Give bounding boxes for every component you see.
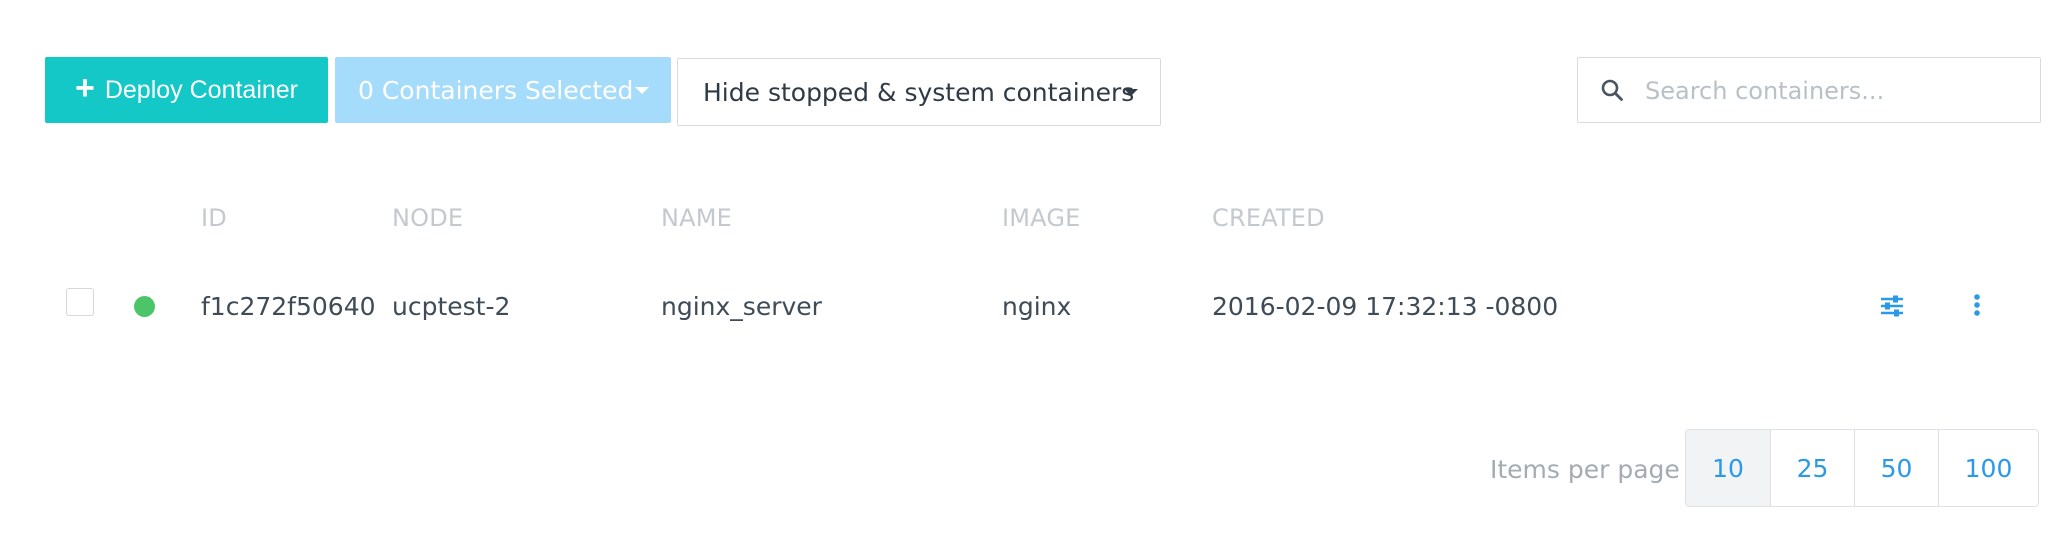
sliders-icon[interactable] (1879, 293, 1905, 319)
plus-icon: + (74, 69, 95, 107)
container-created: 2016-02-09 17:32:13 -0800 (1212, 292, 1559, 321)
page-size-option-10[interactable]: 10 (1686, 430, 1770, 506)
column-header-node[interactable]: NODE (392, 204, 463, 232)
container-id[interactable]: f1c272f50640 (201, 292, 376, 321)
search-icon (1601, 79, 1623, 101)
caret-down-icon (635, 87, 649, 94)
containers-selected-dropdown[interactable]: 0 Containers Selected (335, 57, 671, 123)
container-node: ucptest-2 (392, 292, 511, 321)
column-header-name[interactable]: NAME (661, 204, 732, 232)
containers-selected-label: 0 Containers Selected (358, 75, 634, 105)
container-filter-select[interactable]: Hide stopped & system containers (677, 58, 1161, 126)
column-header-image[interactable]: IMAGE (1002, 204, 1081, 232)
search-containers-field[interactable] (1577, 57, 2041, 123)
page-size-option-50[interactable]: 50 (1854, 430, 1938, 506)
page-size-option-100[interactable]: 100 (1938, 430, 2038, 506)
vertical-dots-icon[interactable] (1971, 293, 1983, 319)
search-input[interactable] (1643, 68, 2027, 114)
caret-down-icon (1124, 89, 1138, 96)
container-filter-label: Hide stopped & system containers (703, 77, 1135, 107)
items-per-page-selector: 10 25 50 100 (1685, 429, 2039, 507)
page-size-option-25[interactable]: 25 (1770, 430, 1854, 506)
containers-page: + Deploy Container 0 Containers Selected… (0, 0, 2072, 550)
container-image: nginx (1002, 292, 1072, 321)
container-name: nginx_server (661, 292, 822, 321)
column-header-id[interactable]: ID (201, 204, 227, 232)
items-per-page-label: Items per page (1490, 455, 1680, 484)
row-select-checkbox[interactable] (66, 288, 94, 316)
deploy-container-label: Deploy Container (104, 75, 299, 104)
column-header-created[interactable]: CREATED (1212, 204, 1325, 232)
deploy-container-button[interactable]: + Deploy Container (45, 57, 328, 123)
status-running-indicator (134, 296, 155, 317)
